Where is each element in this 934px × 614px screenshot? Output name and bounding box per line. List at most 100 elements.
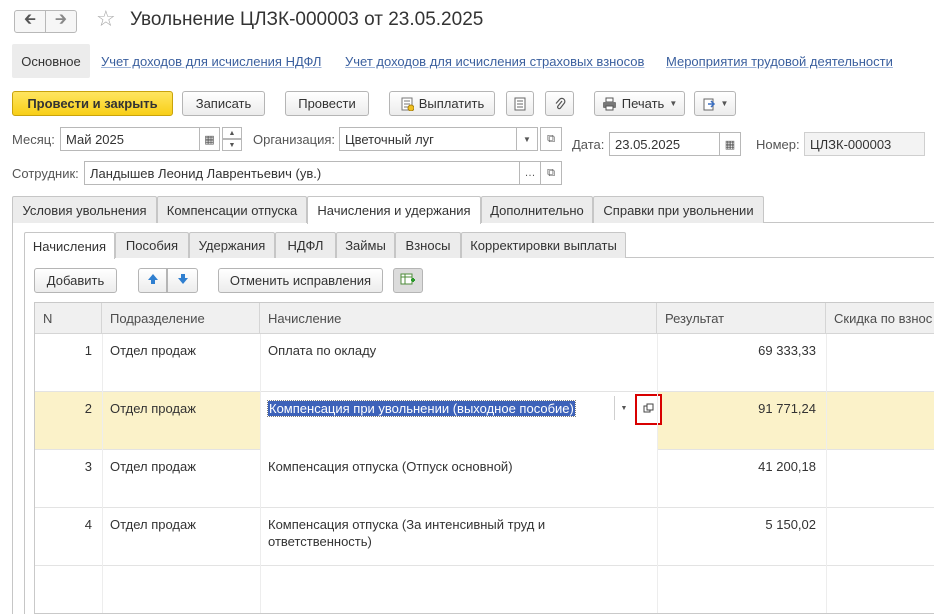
column-header-department[interactable]: Подразделение — [102, 303, 260, 334]
move-up-button[interactable] — [138, 268, 167, 293]
link-ndfl-income[interactable]: Учет доходов для исчисления НДФЛ — [101, 54, 321, 69]
row-accrual: Компенсация отпуска (За интенсивный труд… — [268, 517, 546, 549]
table-row[interactable]: 3 Отдел продаж Компенсация отпуска (Отпу… — [35, 450, 934, 508]
accruals-table: N Подразделение Начисление Результат Ски… — [34, 302, 934, 614]
month-calendar-button[interactable]: ▦ — [199, 127, 220, 151]
tab-dismissal-terms[interactable]: Условия увольнения — [12, 196, 157, 223]
accrual-dropdown-button[interactable]: ▼ — [617, 396, 631, 420]
section-tab-main[interactable]: Основное — [12, 44, 90, 78]
tab-deductions[interactable]: Удержания — [189, 232, 275, 258]
arrow-left-icon: 🡰 — [23, 11, 37, 28]
tab-vacation-compensation[interactable]: Компенсации отпуска — [157, 196, 307, 223]
pay-icon — [400, 97, 414, 111]
chevron-down-icon: ▼ — [228, 141, 236, 149]
organization-field[interactable]: Цветочный луг — [339, 127, 517, 151]
star-icon[interactable]: ☆ — [96, 8, 116, 30]
organization-dropdown-button[interactable]: ▼ — [516, 127, 538, 151]
save-label: Записать — [195, 96, 252, 111]
row-result: 91 771,24 — [758, 401, 816, 416]
forward-button[interactable]: 🡲 — [45, 10, 77, 33]
date-calendar-button[interactable]: ▦ — [719, 132, 741, 156]
row-result: 69 333,33 — [758, 343, 816, 358]
month-decrement-button[interactable]: ▼ — [222, 139, 242, 151]
chevron-down-icon: ▼ — [720, 99, 729, 108]
print-button[interactable]: Печать ▼ — [594, 91, 685, 116]
tab-benefits[interactable]: Пособия — [115, 232, 189, 258]
related-docs-icon — [702, 97, 716, 111]
chevron-down-icon: ▼ — [669, 99, 678, 108]
date-label: Дата: — [572, 137, 605, 152]
month-increment-button[interactable]: ▲ — [222, 127, 242, 139]
arrow-right-icon: 🡲 — [54, 11, 68, 28]
pay-button[interactable]: Выплатить — [389, 91, 495, 116]
row-result: 41 200,18 — [758, 459, 816, 474]
add-rows-button[interactable] — [393, 268, 423, 293]
row-number: 4 — [84, 517, 92, 532]
row-result: 5 150,02 — [765, 517, 816, 532]
save-button[interactable]: Записать — [182, 91, 265, 116]
back-button[interactable]: 🡰 — [14, 10, 46, 33]
add-button[interactable]: Добавить — [34, 268, 117, 293]
post-label: Провести — [298, 96, 356, 111]
row-number: 1 — [84, 343, 92, 358]
accrual-edit-input[interactable]: Компенсация при увольнении (выходное пос… — [267, 400, 576, 417]
post-and-close-button[interactable]: Провести и закрыть — [12, 91, 173, 116]
tab-loans[interactable]: Займы — [336, 232, 395, 258]
calendar-icon: ▦ — [724, 138, 736, 151]
arrow-down-icon — [177, 273, 189, 288]
table-row[interactable]: 1 Отдел продаж Оплата по окладу 69 333,3… — [35, 334, 934, 392]
post-and-close-label: Провести и закрыть — [27, 96, 158, 111]
row-department: Отдел продаж — [110, 459, 196, 474]
employee-select-button[interactable]: … — [519, 161, 541, 185]
column-header-contribution-discount[interactable]: Скидка по взнос — [826, 303, 934, 334]
print-label: Печать — [621, 96, 665, 111]
row-accrual-editor[interactable]: Компенсация при увольнении (выходное пос… — [260, 392, 657, 450]
related-docs-button[interactable]: ▼ — [694, 91, 736, 116]
pay-label: Выплатить — [418, 96, 485, 111]
arrow-up-icon — [147, 273, 159, 288]
subtabs-frame-left — [24, 257, 25, 614]
cancel-fixes-button[interactable]: Отменить исправления — [218, 268, 383, 293]
table-row[interactable]: 4 Отдел продаж Компенсация отпуска (За и… — [35, 508, 934, 566]
move-down-button[interactable] — [167, 268, 198, 293]
chevron-down-icon: ▼ — [620, 404, 628, 412]
date-field[interactable]: 23.05.2025 — [609, 132, 720, 156]
column-header-result[interactable]: Результат — [657, 303, 826, 334]
tab-additional[interactable]: Дополнительно — [481, 196, 593, 223]
cancel-fixes-label: Отменить исправления — [229, 273, 372, 288]
month-field[interactable]: Май 2025 — [60, 127, 200, 151]
post-button[interactable]: Провести — [285, 91, 369, 116]
printer-icon — [602, 97, 617, 111]
column-divider — [102, 334, 103, 613]
column-header-accrual[interactable]: Начисление — [260, 303, 657, 334]
organization-open-button[interactable]: ⧉ — [540, 127, 562, 151]
row-accrual: Компенсация отпуска (Отпуск основной) — [268, 459, 513, 474]
tab-accruals[interactable]: Начисления — [24, 232, 115, 259]
add-label: Добавить — [46, 273, 105, 288]
number-label: Номер: — [756, 137, 800, 152]
list-button[interactable] — [506, 91, 534, 116]
number-field: ЦЛЗК-000003 — [804, 132, 925, 156]
tab-accruals-deductions[interactable]: Начисления и удержания — [307, 196, 481, 224]
tab-contributions[interactable]: Взносы — [395, 232, 461, 258]
column-divider — [657, 334, 658, 613]
employee-field[interactable]: Ландышев Леонид Лаврентьевич (ув.) — [84, 161, 520, 185]
open-icon — [643, 402, 654, 417]
row-number: 3 — [84, 459, 92, 474]
employee-open-button[interactable]: ⧉ — [540, 161, 562, 185]
column-header-n[interactable]: N — [35, 303, 102, 334]
column-divider — [260, 334, 261, 613]
link-labor-activity[interactable]: Мероприятия трудовой деятельности — [666, 54, 893, 69]
list-icon — [514, 97, 526, 111]
organization-label: Организация: — [253, 132, 336, 147]
row-accrual: Оплата по окладу — [268, 343, 377, 358]
tab-payment-corrections[interactable]: Корректировки выплаты — [461, 232, 626, 258]
chevron-down-icon: ▼ — [523, 134, 531, 144]
attach-button[interactable] — [545, 91, 574, 116]
paperclip-icon — [554, 97, 566, 111]
chevron-up-icon: ▲ — [228, 129, 236, 137]
link-insurance-income[interactable]: Учет доходов для исчисления страховых вз… — [345, 54, 644, 69]
tab-dismissal-certificates[interactable]: Справки при увольнении — [593, 196, 764, 223]
table-row-selected[interactable]: 2 Отдел продаж Компенсация при увольнени… — [35, 392, 934, 450]
tab-ndfl[interactable]: НДФЛ — [275, 232, 336, 258]
